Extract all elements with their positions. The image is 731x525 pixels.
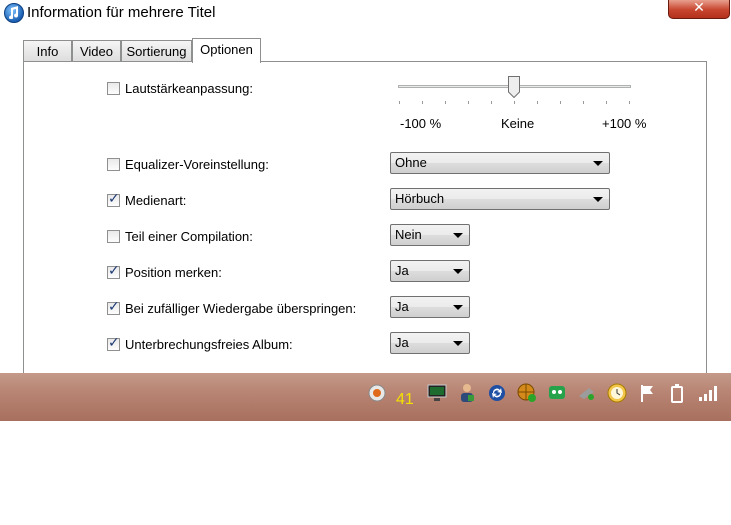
- chevron-down-icon: [453, 269, 463, 274]
- robot-icon[interactable]: [546, 382, 568, 404]
- tab-sortierung[interactable]: Sortierung: [121, 40, 192, 62]
- network-globe-icon[interactable]: [516, 382, 538, 404]
- compilation-checkbox[interactable]: [107, 230, 120, 243]
- tray-count: 41: [396, 391, 414, 408]
- slider-tick: [514, 101, 515, 104]
- slider-max-label: +100 %: [602, 116, 647, 131]
- slider-tick: [468, 101, 469, 104]
- slider-tick: [560, 101, 561, 104]
- equalizer-select[interactable]: Ohne: [390, 152, 610, 174]
- chevron-down-icon: [453, 233, 463, 238]
- gapless-checkbox[interactable]: [107, 335, 120, 351]
- volume-slider-thumb[interactable]: [508, 76, 520, 98]
- slider-tick: [583, 101, 584, 104]
- taskbar: 41: [0, 373, 731, 421]
- skip-shuffle-value: Ja: [395, 299, 409, 314]
- monitor-icon[interactable]: [426, 382, 448, 404]
- satellite-icon[interactable]: [576, 382, 598, 404]
- remember-position-label: Position merken:: [125, 265, 222, 280]
- media-type-label: Medienart:: [125, 193, 187, 208]
- remember-position-checkbox[interactable]: [107, 263, 120, 279]
- signal-icon[interactable]: [696, 382, 718, 404]
- chevron-down-icon: [593, 161, 603, 166]
- media-type-value: Hörbuch: [395, 191, 445, 206]
- volume-checkbox[interactable]: [107, 82, 120, 95]
- slider-tick: [629, 101, 630, 104]
- chevron-down-icon: [453, 341, 463, 346]
- compilation-value: Nein: [395, 227, 422, 242]
- dialog-window: Information für mehrere Titel ✕ Info Vid…: [0, 0, 731, 373]
- media-type-checkbox[interactable]: [107, 191, 120, 207]
- slider-tick: [537, 101, 538, 104]
- user-icon[interactable]: [456, 382, 478, 404]
- title-bar[interactable]: Information für mehrere Titel ✕: [0, 0, 731, 27]
- slider-tick: [491, 101, 492, 104]
- equalizer-value: Ohne: [395, 155, 427, 170]
- options-panel: [23, 61, 707, 373]
- remember-position-select[interactable]: Ja: [390, 260, 470, 282]
- chevron-down-icon: [453, 305, 463, 310]
- close-button[interactable]: ✕: [668, 0, 730, 19]
- sync-icon[interactable]: [486, 382, 508, 404]
- compilation-label: Teil einer Compilation:: [125, 229, 253, 244]
- clock-icon[interactable]: [606, 382, 628, 404]
- slider-tick: [445, 101, 446, 104]
- flag-icon[interactable]: [636, 382, 658, 404]
- compilation-select[interactable]: Nein: [390, 224, 470, 246]
- slider-min-label: -100 %: [400, 116, 442, 131]
- skip-shuffle-checkbox[interactable]: [107, 299, 120, 315]
- chevron-down-icon: [593, 197, 603, 202]
- volume-label: Lautstärkeanpassung:: [125, 81, 253, 96]
- itunes-icon: [4, 3, 24, 23]
- remember-position-value: Ja: [395, 263, 409, 278]
- slider-tick: [399, 101, 400, 104]
- gapless-value: Ja: [395, 335, 409, 350]
- browser-icon[interactable]: [366, 382, 388, 404]
- skip-shuffle-select[interactable]: Ja: [390, 296, 470, 318]
- window-title: Information für mehrere Titel: [27, 4, 216, 21]
- slider-mid-label: Keine: [501, 116, 535, 131]
- tab-video[interactable]: Video: [72, 40, 121, 62]
- tab-info[interactable]: Info: [23, 40, 72, 62]
- media-type-select[interactable]: Hörbuch: [390, 188, 610, 210]
- gapless-select[interactable]: Ja: [390, 332, 470, 354]
- skip-shuffle-label: Bei zufälliger Wiedergabe überspringen:: [125, 301, 357, 316]
- power-icon[interactable]: [666, 382, 688, 404]
- slider-tick: [606, 101, 607, 104]
- slider-tick: [422, 101, 423, 104]
- equalizer-label: Equalizer-Voreinstellung:: [125, 157, 269, 172]
- tab-optionen[interactable]: Optionen: [192, 38, 261, 63]
- equalizer-checkbox[interactable]: [107, 158, 120, 171]
- gapless-label: Unterbrechungsfreies Album:: [125, 337, 293, 352]
